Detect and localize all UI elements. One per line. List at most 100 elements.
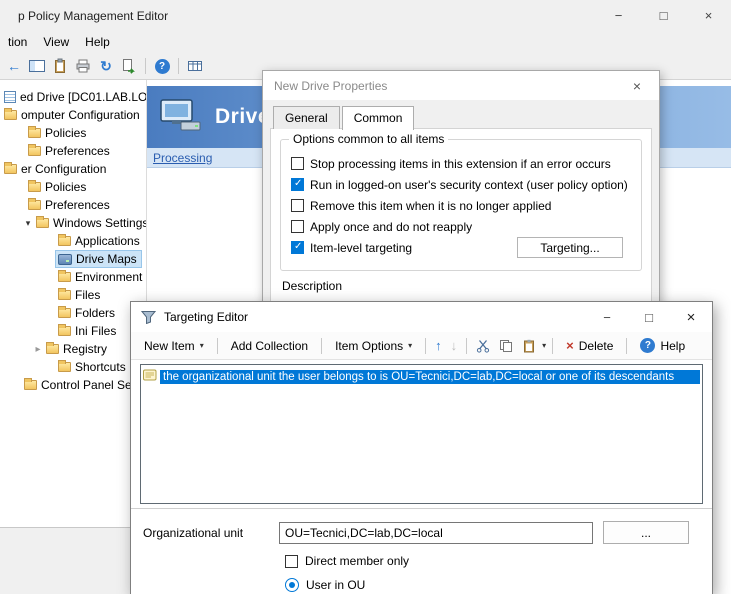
item-detail-panel: Organizational unit ... Direct member on… <box>131 508 712 594</box>
new-item-button[interactable]: New Item ▾ <box>137 336 211 356</box>
checkbox-apply-once[interactable] <box>291 220 304 233</box>
paste-icon[interactable] <box>519 336 539 356</box>
tree-item-folders[interactable]: Folders <box>0 304 146 322</box>
checkbox-item-level-targeting[interactable] <box>291 241 304 254</box>
window-controls: − □ × <box>596 0 731 31</box>
environment-icon <box>58 272 71 282</box>
tree-item-registry[interactable]: ▸ Registry <box>0 340 146 358</box>
control-panel-icon <box>24 380 37 390</box>
maximize-button[interactable]: □ <box>628 302 670 332</box>
export-list-icon[interactable] <box>119 56 139 76</box>
drive-maps-icon <box>58 254 72 265</box>
tree-item-label: Policies <box>45 126 86 140</box>
help-icon: ? <box>640 338 655 353</box>
checkbox-run-in-user-context[interactable] <box>291 178 304 191</box>
minimize-button[interactable]: − <box>586 302 628 332</box>
tree-item-label: Preferences <box>45 144 110 158</box>
ou-item-icon <box>143 368 157 385</box>
tree-item-control-panel[interactable]: Control Panel Sett <box>0 376 146 394</box>
back-icon[interactable]: ← <box>4 56 24 76</box>
tree-item-preferences-user[interactable]: Preferences <box>0 196 146 214</box>
help-button[interactable]: ? Help <box>633 335 692 356</box>
chevron-down-icon[interactable]: ▾ <box>542 341 546 350</box>
tree-item-computer-configuration[interactable]: omputer Configuration <box>0 106 146 124</box>
tree-item-label: Control Panel Sett <box>41 378 138 392</box>
checkbox-stop-processing[interactable] <box>291 157 304 170</box>
refresh-icon[interactable]: ↻ <box>96 56 116 76</box>
maximize-button[interactable]: □ <box>641 0 686 31</box>
dialog-title: New Drive Properties <box>263 79 387 93</box>
clipboard-icon[interactable] <box>50 56 70 76</box>
option-row: Apply once and do not reapply <box>281 216 641 237</box>
tree-item-label: Preferences <box>45 198 110 212</box>
dialog-close-button[interactable]: × <box>615 71 659 100</box>
tab-common[interactable]: Common <box>342 106 415 130</box>
expander-closed-icon[interactable]: ▸ <box>32 344 44 355</box>
gpo-icon <box>4 91 16 103</box>
option-label: Run in logged-on user's security context… <box>310 178 628 192</box>
tree-item-policies-computer[interactable]: Policies <box>0 124 146 142</box>
user-configuration-icon <box>4 164 17 174</box>
tree-item-user-configuration[interactable]: er Configuration <box>0 160 146 178</box>
toolbar-separator <box>466 338 467 354</box>
folder-icon <box>28 128 41 138</box>
option-row: Stop processing items in this extension … <box>281 153 641 174</box>
tree-item-policies-user[interactable]: Policies <box>0 178 146 196</box>
option-row: Item-level targeting Targeting... <box>281 237 641 258</box>
tree-item-label: Windows Settings <box>53 216 146 230</box>
delete-label: Delete <box>579 339 614 353</box>
checkbox-direct-member-only[interactable] <box>285 555 298 568</box>
menu-action[interactable]: tion <box>0 32 35 52</box>
targeting-item-row[interactable]: the organizational unit the user belongs… <box>143 368 700 385</box>
move-down-icon[interactable]: ↓ <box>448 338 461 353</box>
add-collection-label: Add Collection <box>231 339 308 353</box>
dialog-title: Targeting Editor <box>164 310 248 324</box>
tree-item-ini-files[interactable]: Ini Files <box>0 322 146 340</box>
tree-item-environment[interactable]: Environment <box>0 268 146 286</box>
tree-item-files[interactable]: Files <box>0 286 146 304</box>
menu-help[interactable]: Help <box>77 32 118 52</box>
tree-item-root[interactable]: ed Drive [DC01.LAB.LOCA <box>0 88 146 106</box>
organizational-unit-input[interactable] <box>279 522 593 544</box>
item-options-button[interactable]: Item Options ▾ <box>328 336 419 356</box>
folder-icon <box>28 182 41 192</box>
option-row: Run in logged-on user's security context… <box>281 174 641 195</box>
toolbar-separator <box>425 338 426 354</box>
browse-button[interactable]: ... <box>603 521 689 544</box>
expander-open-icon[interactable]: ▾ <box>22 218 34 229</box>
tree-item-label: Policies <box>45 180 86 194</box>
new-drive-properties-dialog: New Drive Properties × General Common Op… <box>262 70 660 312</box>
tab-strip: General Common <box>273 106 416 129</box>
help-icon[interactable]: ? <box>152 56 172 76</box>
checkbox-remove-when-not-applied[interactable] <box>291 199 304 212</box>
drive-maps-banner-icon <box>159 99 203 136</box>
tree-item-label: Environment <box>75 270 142 284</box>
close-button[interactable]: × <box>686 0 731 31</box>
dialog-titlebar: New Drive Properties × <box>263 71 659 100</box>
tree-item-preferences-computer[interactable]: Preferences <box>0 142 146 160</box>
cut-icon[interactable] <box>473 336 493 356</box>
minimize-button[interactable]: − <box>596 0 641 31</box>
columns-icon[interactable] <box>185 56 205 76</box>
registry-icon <box>46 344 59 354</box>
files-icon <box>58 290 71 300</box>
console-tree-icon[interactable] <box>27 56 47 76</box>
move-up-icon[interactable]: ↑ <box>432 338 445 353</box>
tree-item-windows-settings[interactable]: ▾ Windows Settings <box>0 214 146 232</box>
tree-item-drive-maps[interactable]: Drive Maps <box>0 250 146 268</box>
add-collection-button[interactable]: Add Collection <box>224 336 315 356</box>
targeting-button[interactable]: Targeting... <box>517 237 623 258</box>
radio-user-in-ou[interactable] <box>285 578 299 592</box>
tree-item-label: Applications <box>75 234 140 248</box>
tree-item-label: ed Drive [DC01.LAB.LOCA <box>20 90 146 104</box>
tree-item-shortcuts[interactable]: Shortcuts <box>0 358 146 376</box>
delete-button[interactable]: × Delete <box>559 335 620 356</box>
processing-link[interactable]: Processing <box>153 151 212 165</box>
tab-general[interactable]: General <box>273 106 340 129</box>
print-icon[interactable] <box>73 56 93 76</box>
copy-icon[interactable] <box>496 336 516 356</box>
close-button[interactable]: × <box>670 302 712 332</box>
menu-view[interactable]: View <box>35 32 77 52</box>
menu-bar: tion View Help <box>0 31 731 53</box>
tree-item-applications[interactable]: Applications <box>0 232 146 250</box>
